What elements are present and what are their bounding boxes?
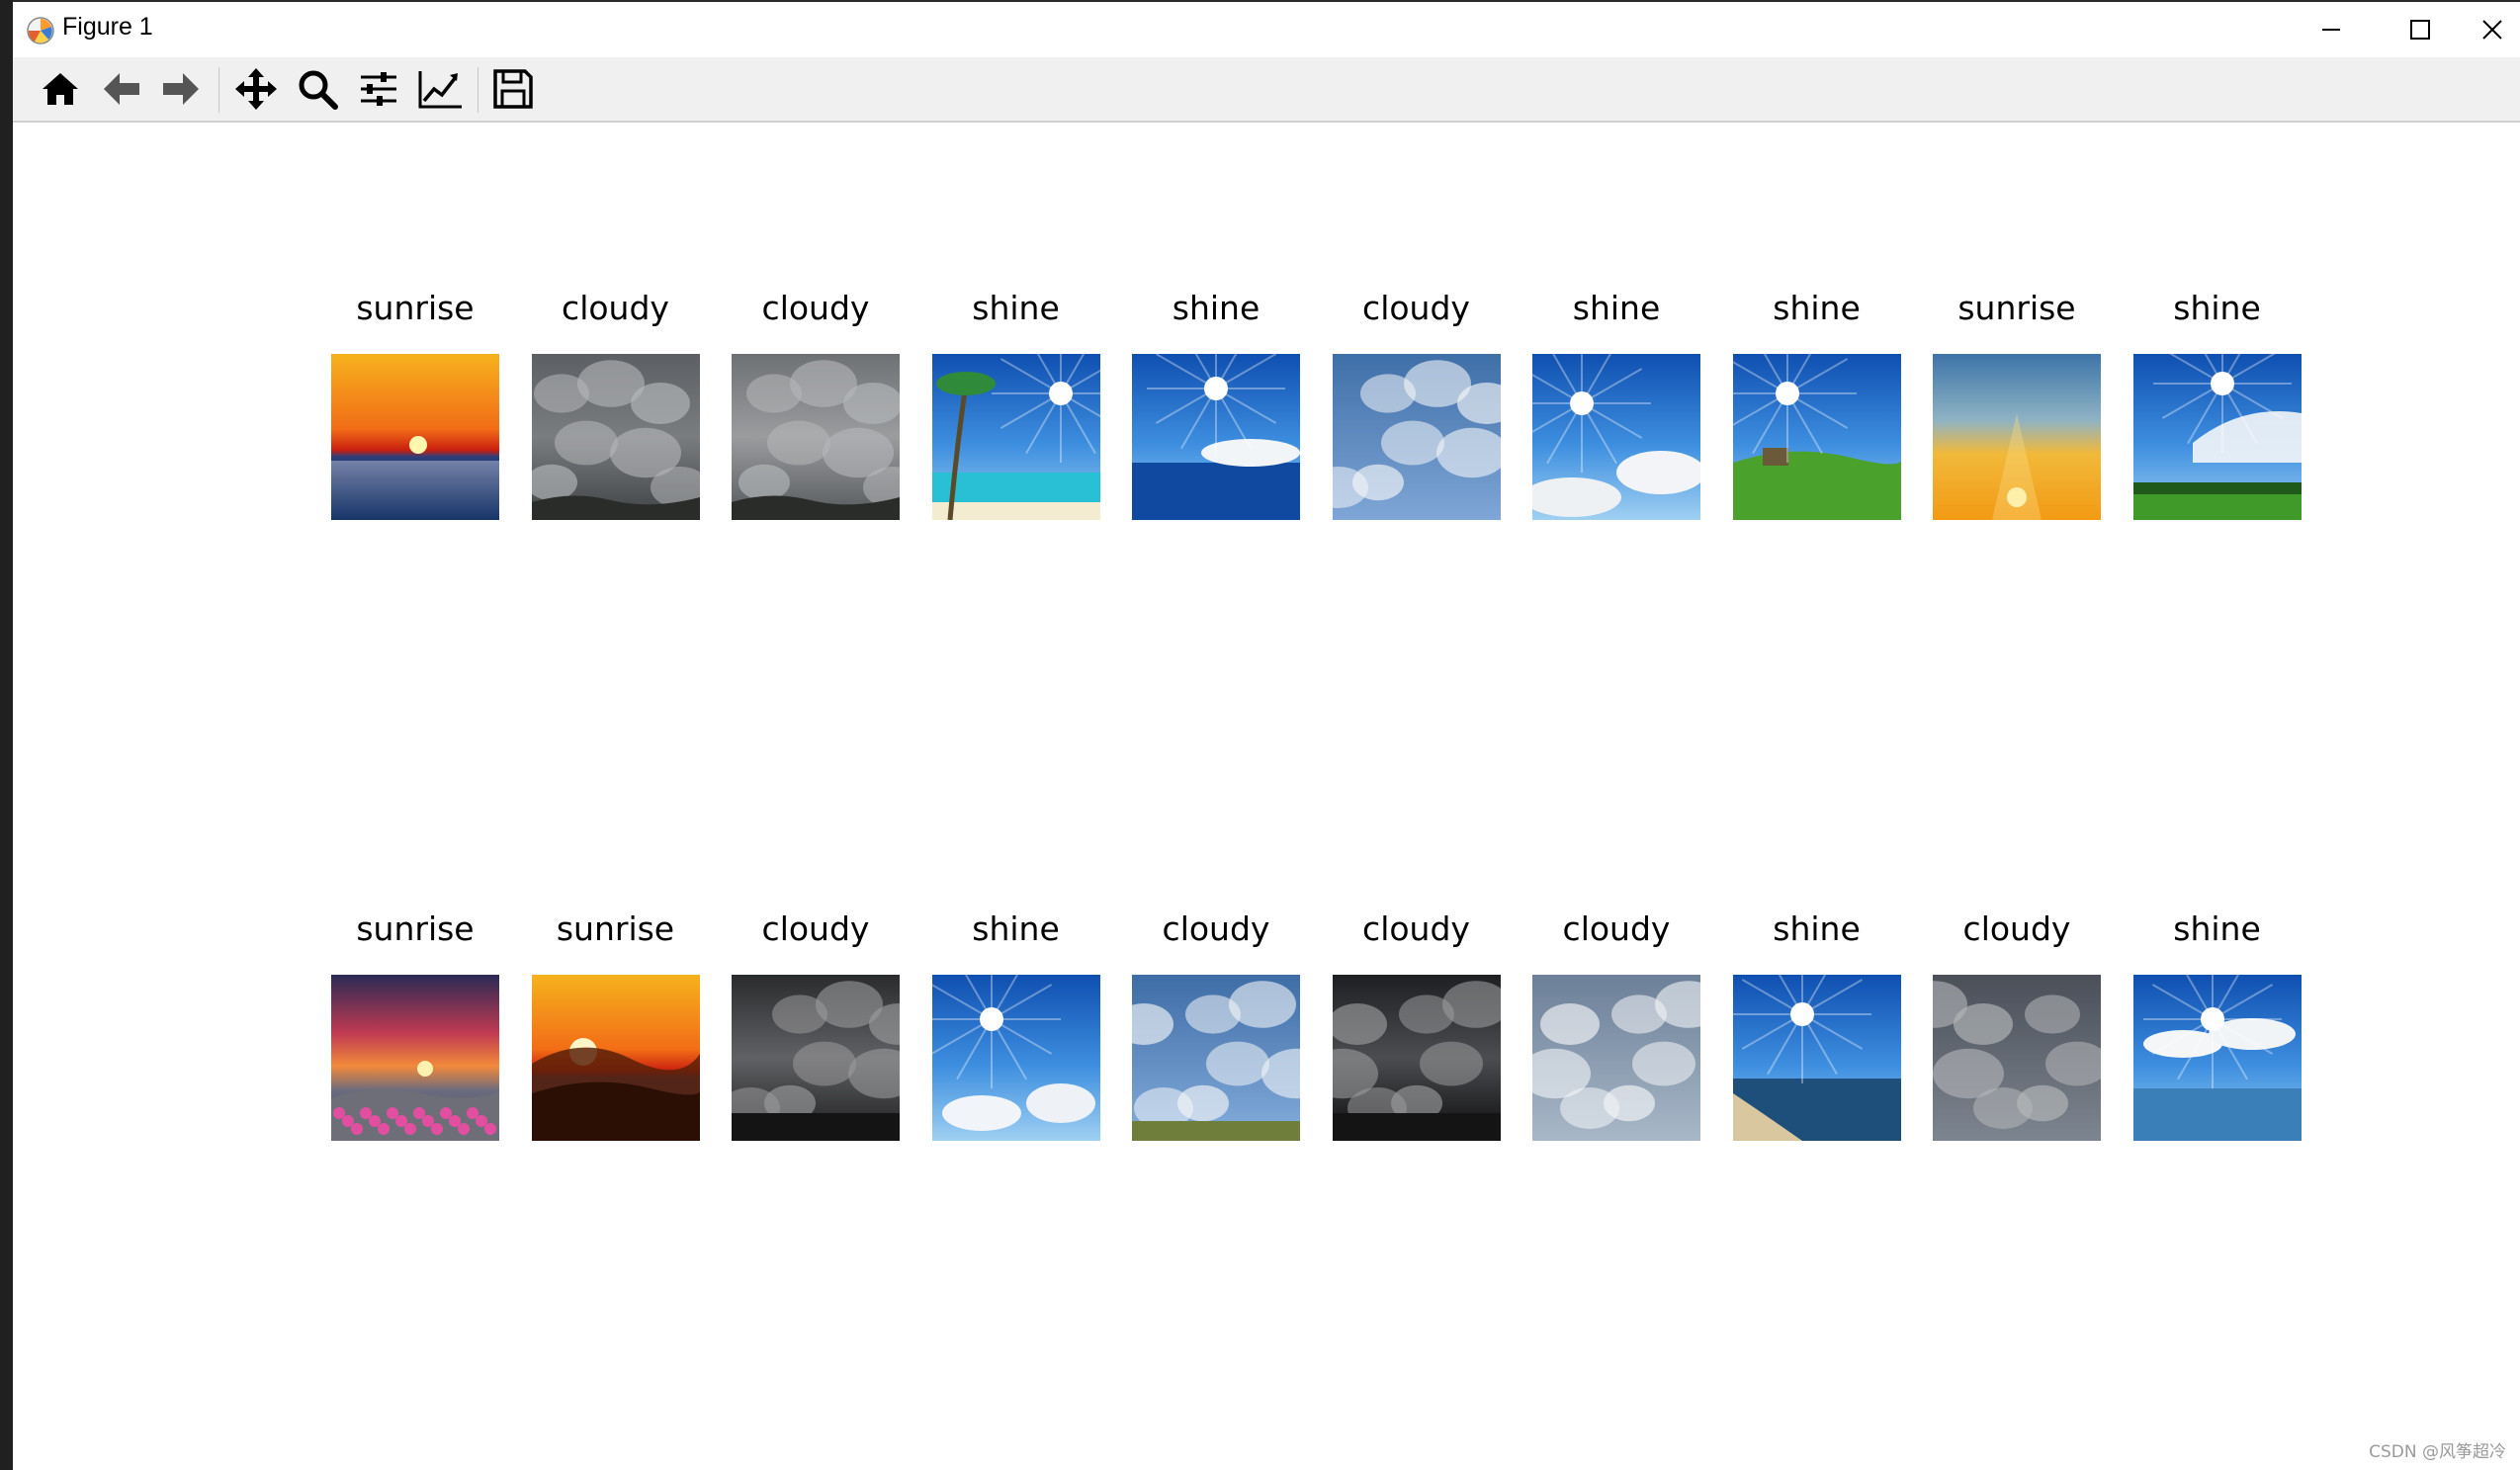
subplot-title: shine xyxy=(972,289,1060,327)
zoom-button[interactable] xyxy=(292,63,343,115)
subplot-title: cloudy xyxy=(761,289,870,327)
sample-image-sunrise xyxy=(1933,354,2101,520)
sample-image-shine xyxy=(1532,354,1700,520)
sample-image-sunrise xyxy=(331,354,499,520)
sample-image-cloudy xyxy=(1132,975,1300,1141)
edit-axis-button[interactable] xyxy=(414,63,466,115)
toolbar-separator xyxy=(218,67,219,113)
close-button[interactable] xyxy=(2465,2,2520,57)
sliders-icon xyxy=(361,72,396,106)
sample-image-cloudy xyxy=(1933,975,2101,1141)
subplot-title: cloudy xyxy=(1362,909,1470,948)
subplot-title: cloudy xyxy=(562,289,669,327)
window-title: Figure 1 xyxy=(62,13,153,41)
sample-image-sunrise xyxy=(331,975,499,1141)
sample-image-shine xyxy=(2132,975,2302,1141)
sample-image-cloudy xyxy=(1332,975,1501,1141)
subplot-title: shine xyxy=(1172,289,1260,327)
sample-image-cloudy xyxy=(732,975,900,1141)
subplot-title: cloudy xyxy=(761,909,870,948)
subplot-title: sunrise xyxy=(556,909,675,948)
arrow-left-icon xyxy=(104,73,139,105)
floppy-disk-icon xyxy=(493,69,533,109)
sample-image-shine xyxy=(1732,354,1901,520)
subplot-title: sunrise xyxy=(1957,289,2076,327)
home-icon xyxy=(43,73,78,105)
sample-image-shine xyxy=(1132,354,1300,520)
title-bar[interactable]: Figure 1 xyxy=(13,0,2520,57)
subplot-title: shine xyxy=(972,909,1060,948)
figure-window: Figure 1 sunrise cloudy cloudy shine shi… xyxy=(13,0,2520,1470)
sample-image-cloudy xyxy=(1532,975,1700,1141)
sample-image-cloudy xyxy=(531,354,700,520)
subplot-title: cloudy xyxy=(1162,909,1270,948)
sample-image-shine xyxy=(2132,354,2302,520)
watermark: CSDN @风筝超冷 xyxy=(2369,1442,2506,1462)
sample-image-sunrise xyxy=(531,975,700,1141)
pan-button[interactable] xyxy=(230,63,282,115)
subplot-title: cloudy xyxy=(1562,909,1671,948)
sample-image-shine xyxy=(931,354,1100,520)
arrow-right-icon xyxy=(163,73,199,105)
move-icon xyxy=(235,68,277,110)
save-button[interactable] xyxy=(487,63,539,115)
line-chart-icon xyxy=(418,71,462,109)
configure-subplots-button[interactable] xyxy=(353,63,404,115)
minimize-icon xyxy=(2322,29,2340,31)
maximize-icon xyxy=(2410,20,2430,40)
subplot-title: shine xyxy=(2173,909,2261,948)
subplot-title: shine xyxy=(2173,289,2261,327)
desktop-edge xyxy=(0,0,13,1470)
minimize-button[interactable] xyxy=(2287,2,2376,57)
subplot-title: shine xyxy=(1773,909,1861,948)
forward-button[interactable] xyxy=(155,63,207,115)
maximize-button[interactable] xyxy=(2376,2,2465,57)
subplot-title: shine xyxy=(1773,289,1861,327)
figure-canvas[interactable]: sunrise cloudy cloudy shine shine cloudy shine… xyxy=(13,123,2520,1470)
sample-image-cloudy xyxy=(732,354,900,520)
sample-image-shine xyxy=(931,975,1100,1141)
sample-image-shine xyxy=(1732,975,1901,1141)
subplot-title: shine xyxy=(1572,289,1661,327)
subplot-title: cloudy xyxy=(1962,909,2071,948)
home-button[interactable] xyxy=(35,63,86,115)
back-button[interactable] xyxy=(96,63,147,115)
matplotlib-logo-icon xyxy=(27,17,54,44)
magnifier-icon xyxy=(299,70,338,110)
sample-image-cloudy xyxy=(1332,354,1501,520)
navigation-toolbar xyxy=(13,57,2520,123)
subplot-title: cloudy xyxy=(1362,289,1470,327)
subplot-title: sunrise xyxy=(356,289,475,327)
subplot-title: sunrise xyxy=(356,909,475,948)
close-icon xyxy=(2482,20,2502,40)
